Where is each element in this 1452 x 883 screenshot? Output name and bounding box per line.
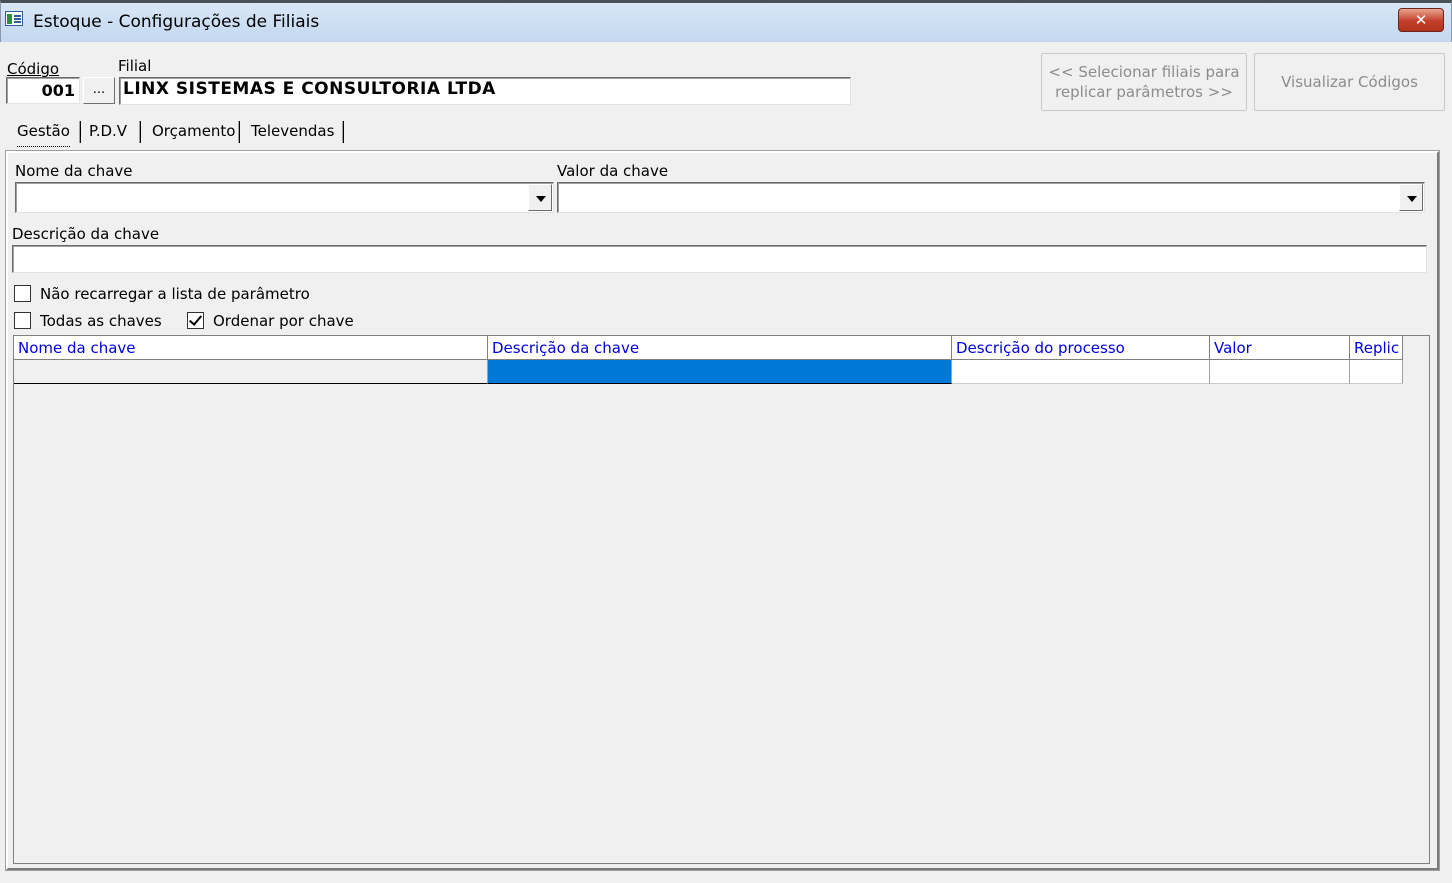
tab-pdv[interactable]: P.D.V (89, 117, 127, 147)
column-header-nome-chave[interactable]: Nome da chave (14, 336, 488, 360)
nome-chave-label: Nome da chave (15, 162, 133, 180)
tab-separator (139, 121, 141, 143)
view-codes-button[interactable]: Visualizar Códigos (1254, 53, 1445, 111)
todas-chaves-checkbox[interactable] (14, 312, 31, 329)
app-icon (5, 11, 23, 26)
table-cell[interactable] (14, 360, 488, 384)
filial-label: Filial (118, 57, 152, 75)
tab-separator (238, 121, 240, 143)
tab-orcamento[interactable]: Orçamento (152, 117, 236, 147)
column-header-valor[interactable]: Valor (1210, 336, 1350, 360)
nao-recarregar-label[interactable]: Não recarregar a lista de parâmetro (40, 285, 310, 303)
table-cell-selected[interactable] (488, 360, 952, 384)
codigo-field[interactable]: 001 (6, 77, 80, 104)
select-filiais-label-line2: replicar parâmetros >> (1055, 83, 1233, 101)
codigo-lookup-button[interactable]: ... (83, 77, 115, 104)
chevron-down-icon[interactable] (1399, 184, 1423, 211)
nao-recarregar-checkbox[interactable] (14, 285, 31, 302)
ordenar-chave-checkbox[interactable] (187, 312, 204, 329)
ordenar-chave-label[interactable]: Ordenar por chave (213, 312, 354, 330)
column-header-descricao-processo[interactable]: Descrição do processo (952, 336, 1210, 360)
table-cell[interactable] (952, 360, 1210, 384)
chevron-down-icon[interactable] (528, 184, 552, 211)
close-icon: ✕ (1414, 11, 1428, 29)
filial-field[interactable]: LINX SISTEMAS E CONSULTORIA LTDA (119, 77, 851, 105)
close-button[interactable]: ✕ (1398, 8, 1444, 32)
tab-televendas[interactable]: Televendas (251, 117, 334, 147)
column-header-descricao-chave[interactable]: Descrição da chave (488, 336, 952, 360)
tab-separator (79, 121, 81, 143)
codigo-label: Código (7, 60, 60, 78)
table-cell[interactable] (1210, 360, 1350, 384)
tab-gestao[interactable]: Gestão (17, 117, 70, 147)
column-header-replic[interactable]: Replic (1350, 336, 1403, 360)
select-filiais-label-line1: << Selecionar filiais para (1048, 63, 1240, 81)
parameters-grid[interactable]: Nome da chave Descrição da chave Descriç… (13, 335, 1430, 864)
valor-chave-combo[interactable] (557, 182, 1425, 213)
table-cell[interactable] (1350, 360, 1403, 384)
valor-chave-label: Valor da chave (557, 162, 669, 180)
nome-chave-combo[interactable] (15, 182, 554, 213)
window-title: Estoque - Configurações de Filiais (33, 12, 320, 32)
select-filiais-button[interactable]: << Selecionar filiais para replicar parâ… (1041, 53, 1247, 111)
todas-chaves-label[interactable]: Todas as chaves (40, 312, 162, 330)
tab-separator (342, 121, 344, 143)
descricao-chave-label: Descrição da chave (12, 225, 160, 243)
descricao-chave-field[interactable] (12, 245, 1427, 273)
